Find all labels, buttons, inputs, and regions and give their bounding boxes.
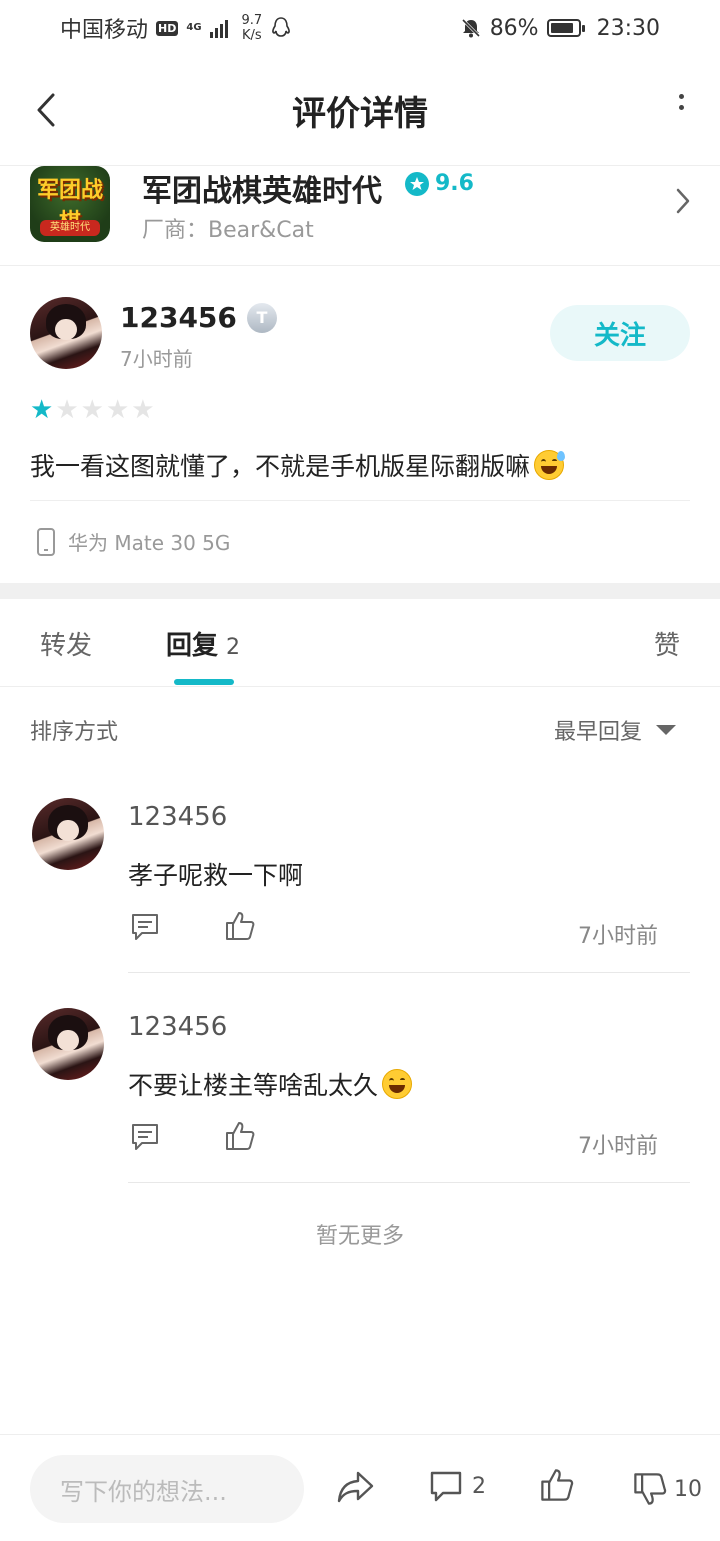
review-text-body: 我一看这图就懂了，不就是手机版星际翻版嘛 bbox=[30, 452, 531, 481]
chevron-left-icon bbox=[37, 93, 55, 127]
app-icon-banner: 英雄时代 bbox=[40, 220, 100, 236]
user-level-badge: T bbox=[246, 302, 277, 333]
sort-label: 排序方式 bbox=[30, 720, 119, 745]
sort-bar: 排序方式 最早回复 bbox=[0, 688, 720, 768]
star-empty-icon: ★ bbox=[105, 395, 130, 425]
avatar[interactable] bbox=[32, 1008, 104, 1080]
rating-value: 9.6 bbox=[435, 171, 474, 196]
reply-time: 7小时前 bbox=[578, 924, 658, 949]
dislike-button[interactable]: 10 bbox=[632, 1471, 702, 1507]
thumbs-down-icon bbox=[634, 1473, 667, 1505]
reply-text-body: 不要让楼主等啥乱太久 bbox=[128, 1071, 379, 1100]
list-item: 123456 不要让楼主等啥乱太久 7小时前 bbox=[0, 988, 720, 1198]
rating-star-icon bbox=[405, 171, 429, 196]
avatar[interactable] bbox=[32, 798, 104, 870]
clock: 23:30 bbox=[596, 15, 660, 41]
back-button[interactable] bbox=[26, 86, 66, 134]
section-separator bbox=[0, 583, 720, 599]
dropdown-arrow-icon bbox=[656, 725, 676, 735]
status-bar: 中国移动 HD 4G 9.7 K/s 86% 23:30 bbox=[0, 0, 720, 56]
tab-forward[interactable]: 转发 bbox=[40, 625, 92, 662]
follow-button[interactable]: 关注 bbox=[550, 305, 690, 361]
rating-stars: ★ ★ ★ ★ ★ bbox=[30, 397, 155, 423]
carrier-label: 中国移动 bbox=[60, 18, 149, 43]
review-username: 123456 bbox=[120, 301, 237, 334]
avatar[interactable] bbox=[30, 297, 102, 369]
net-speed-unit: K/s bbox=[242, 28, 262, 43]
mute-bell-icon bbox=[461, 18, 480, 38]
sort-selected: 最早回复 bbox=[553, 720, 642, 745]
app-vendor: 厂商：Bear&Cat bbox=[142, 218, 314, 243]
app-icon[interactable]: 军团战棋 英雄时代 bbox=[30, 166, 110, 242]
more-dot bbox=[679, 94, 684, 99]
nav-bar: 评价详情 bbox=[0, 56, 720, 164]
status-right: 86% 23:30 bbox=[460, 16, 660, 41]
battery-percent: 86% bbox=[489, 15, 539, 41]
star-empty-icon: ★ bbox=[55, 395, 79, 425]
review-time: 7小时前 bbox=[120, 347, 193, 371]
comment-icon[interactable] bbox=[130, 912, 160, 942]
reply-text: 孝子呢救一下啊 bbox=[128, 861, 304, 890]
thumbs-up-icon[interactable] bbox=[224, 1120, 256, 1152]
review-author[interactable]: 123456 T bbox=[120, 301, 277, 334]
comment-icon[interactable] bbox=[130, 1122, 160, 1152]
more-options-button[interactable] bbox=[679, 94, 684, 110]
comment-input[interactable]: 写下你的想法... bbox=[30, 1455, 304, 1523]
hd-icon: HD bbox=[156, 20, 179, 36]
thumbs-up-icon[interactable] bbox=[538, 1467, 576, 1503]
sweat-smile-emoji-icon bbox=[534, 450, 566, 480]
app-card[interactable]: 军团战棋 英雄时代 军团战棋英雄时代 9.6 厂商：Bear&Cat bbox=[0, 165, 720, 266]
thumbs-up-icon[interactable] bbox=[224, 910, 256, 942]
comment-count: 2 bbox=[472, 1473, 486, 1499]
net-speed-value: 9.7 bbox=[241, 13, 263, 28]
sort-dropdown[interactable]: 最早回复 bbox=[554, 714, 676, 746]
battery-icon bbox=[546, 19, 585, 37]
tab-active-indicator bbox=[174, 679, 234, 685]
status-left: 中国移动 HD 4G 9.7 K/s bbox=[60, 12, 292, 44]
comment-icon bbox=[430, 1471, 462, 1502]
list-item: 123456 孝子呢救一下啊 7小时前 bbox=[0, 778, 720, 988]
star-empty-icon: ★ bbox=[80, 395, 104, 425]
app-name: 军团战棋英雄时代 bbox=[142, 174, 382, 209]
more-dot bbox=[679, 105, 684, 110]
reply-username[interactable]: 123456 bbox=[128, 802, 227, 832]
bottom-action-bar: 写下你的想法... 2 10 bbox=[0, 1434, 720, 1541]
signal-icon bbox=[209, 20, 228, 38]
app-rating: 9.6 bbox=[405, 171, 474, 196]
dislike-count: 10 bbox=[674, 1476, 702, 1502]
tab-bar: 转发 回复 2 赞 bbox=[0, 599, 720, 687]
phone-icon bbox=[37, 527, 55, 556]
network-type: 4G bbox=[186, 22, 202, 33]
share-icon[interactable] bbox=[336, 1469, 376, 1505]
star-empty-icon: ★ bbox=[131, 395, 155, 425]
device-info: 华为 Mate 30 5G bbox=[36, 527, 230, 556]
review-card: 123456 T 7小时前 关注 ★ ★ ★ ★ ★ 我一看这图就懂了，不就是手机版星际… bbox=[0, 267, 720, 583]
net-speed: 9.7 K/s bbox=[242, 13, 263, 43]
tab-reply-count: 2 bbox=[226, 635, 241, 660]
page-title: 评价详情 bbox=[292, 93, 428, 134]
tab-reply-label: 回复 bbox=[166, 631, 219, 661]
divider bbox=[30, 500, 690, 501]
review-text: 我一看这图就懂了，不就是手机版星际翻版嘛 bbox=[30, 447, 566, 483]
divider bbox=[128, 972, 690, 973]
tab-reply[interactable]: 回复 2 bbox=[166, 625, 240, 662]
star-filled-icon: ★ bbox=[30, 395, 54, 425]
reply-time: 7小时前 bbox=[578, 1134, 658, 1159]
divider bbox=[128, 1182, 690, 1183]
comment-button[interactable]: 2 bbox=[428, 1469, 486, 1503]
reply-text: 不要让楼主等啥乱太久 bbox=[128, 1066, 413, 1102]
device-name: 华为 Mate 30 5G bbox=[68, 531, 231, 555]
chevron-right-icon bbox=[676, 188, 690, 214]
reply-username[interactable]: 123456 bbox=[128, 1012, 227, 1042]
qq-icon bbox=[272, 17, 291, 37]
battery-fill bbox=[550, 23, 573, 33]
grin-emoji-icon bbox=[382, 1069, 413, 1099]
no-more-label: 暂无更多 bbox=[315, 1224, 404, 1249]
tab-like[interactable]: 赞 bbox=[654, 625, 680, 662]
